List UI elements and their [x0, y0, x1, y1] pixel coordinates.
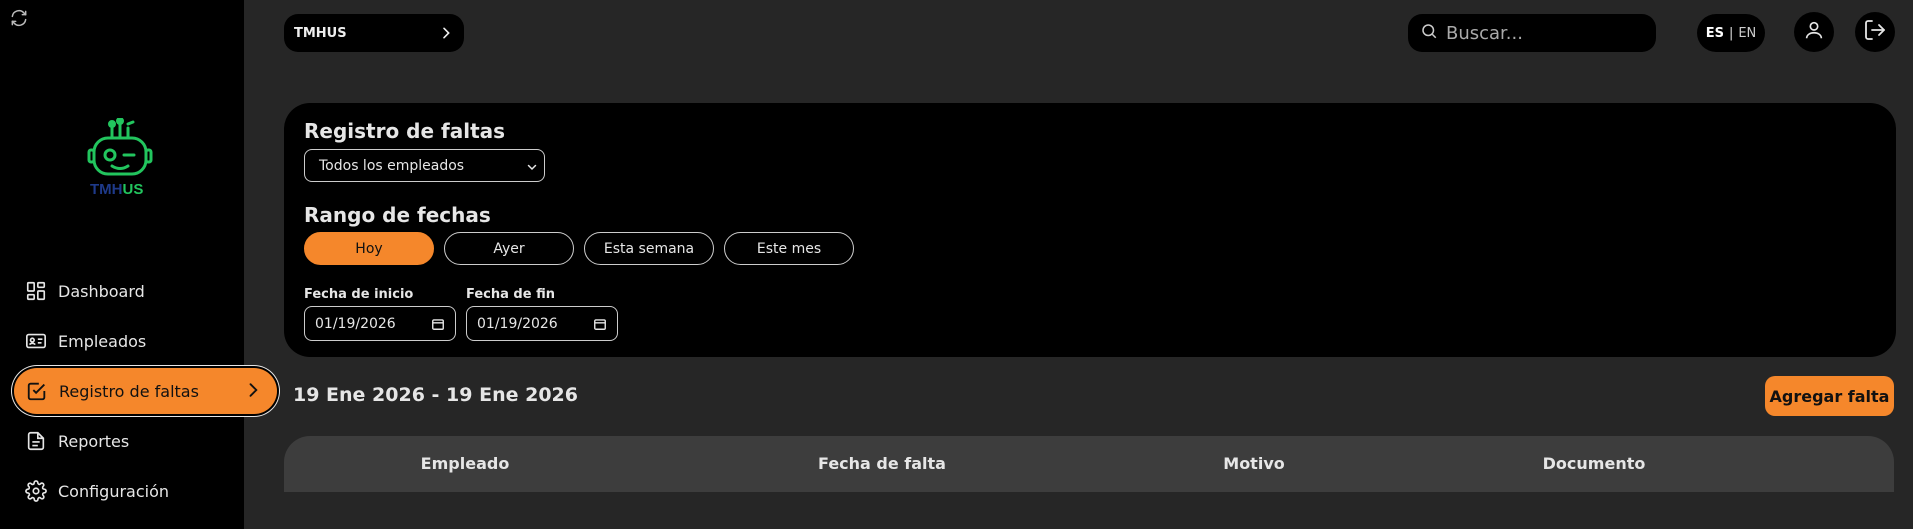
language-toggle[interactable]: ES | EN	[1697, 14, 1765, 52]
logo-text-a: TMH	[90, 181, 123, 196]
column-header-reason[interactable]: Motivo	[1223, 454, 1284, 473]
profile-button[interactable]	[1794, 12, 1834, 52]
end-date-label: Fecha de fin	[466, 287, 555, 302]
column-header-employee[interactable]: Empleado	[421, 454, 510, 473]
range-yesterday-button[interactable]: Ayer	[444, 232, 574, 265]
start-date-label: Fecha de inicio	[304, 287, 414, 302]
id-card-icon	[24, 329, 48, 353]
sidebar-item-reportes[interactable]: Reportes	[13, 418, 276, 464]
chevron-right-icon	[438, 25, 454, 45]
document-icon	[24, 429, 48, 453]
company-selector[interactable]: TMHUS	[284, 14, 464, 52]
start-date-value: 01/19/2026	[315, 315, 396, 332]
lang-separator: |	[1728, 25, 1734, 41]
calendar-icon[interactable]	[593, 317, 607, 335]
lang-es[interactable]: ES	[1706, 26, 1724, 41]
end-date-input[interactable]: 01/19/2026	[466, 306, 618, 341]
sidebar-item-empleados[interactable]: Empleados	[13, 318, 276, 364]
date-range-title: Rango de fechas	[304, 203, 491, 227]
logout-button[interactable]	[1855, 12, 1895, 52]
sidebar-item-dashboard[interactable]: Dashboard	[13, 268, 276, 314]
filter-title: Registro de faltas	[304, 119, 506, 143]
sidebar-item-label: Dashboard	[58, 281, 145, 301]
calendar-icon[interactable]	[431, 317, 445, 335]
sidebar-item-registro-de-faltas[interactable]: Registro de faltas	[14, 368, 277, 414]
chevron-down-icon	[526, 161, 538, 177]
gear-icon	[24, 479, 48, 503]
employee-select[interactable]: Todos los empleados	[304, 149, 545, 182]
range-this-week-button[interactable]: Esta semana	[584, 232, 714, 265]
refresh-icon[interactable]	[9, 8, 29, 28]
checkbox-icon	[25, 379, 49, 403]
column-header-absence-date[interactable]: Fecha de falta	[818, 454, 946, 473]
search-bar[interactable]	[1408, 14, 1656, 52]
column-header-document[interactable]: Documento	[1543, 454, 1646, 473]
sidebar-item-label: Configuración	[58, 481, 170, 501]
sidebar-item-label: Reportes	[58, 431, 130, 451]
robot-logo-icon: TMHUS	[87, 117, 153, 198]
lang-en[interactable]: EN	[1738, 26, 1756, 41]
user-icon	[1803, 19, 1825, 45]
filter-card: Registro de faltas Todos los empleados R…	[284, 103, 1896, 357]
range-this-month-button[interactable]: Este mes	[724, 232, 854, 265]
search-icon	[1420, 22, 1438, 44]
range-today-button[interactable]: Hoy	[304, 232, 434, 265]
logout-icon	[1863, 18, 1887, 46]
start-date-input[interactable]: 01/19/2026	[304, 306, 456, 341]
sidebar-item-label: Registro de faltas	[59, 381, 199, 401]
employee-select-value: Todos los empleados	[319, 157, 465, 174]
app-root: TMHUS Dashboard Empleados Registro de fa…	[0, 0, 1913, 529]
selected-range-text: 19 Ene 2026 - 19 Ene 2026	[293, 384, 578, 406]
end-date-value: 01/19/2026	[477, 315, 558, 332]
svg-text:TMHUS: TMHUS	[90, 181, 143, 196]
sidebar-item-label: Empleados	[58, 331, 147, 351]
table-header: Empleado Fecha de falta Motivo Documento	[284, 436, 1894, 492]
dashboard-icon	[24, 279, 48, 303]
search-input[interactable]	[1446, 22, 1646, 44]
add-absence-button[interactable]: Agregar falta	[1765, 376, 1894, 416]
logo: TMHUS	[86, 117, 154, 198]
sidebar: TMHUS Dashboard Empleados Registro de fa…	[0, 0, 277, 529]
chevron-right-icon	[243, 380, 263, 404]
company-name: TMHUS	[294, 25, 347, 41]
logo-text-b: US	[123, 181, 144, 196]
sidebar-item-configuracion[interactable]: Configuración	[13, 468, 276, 514]
